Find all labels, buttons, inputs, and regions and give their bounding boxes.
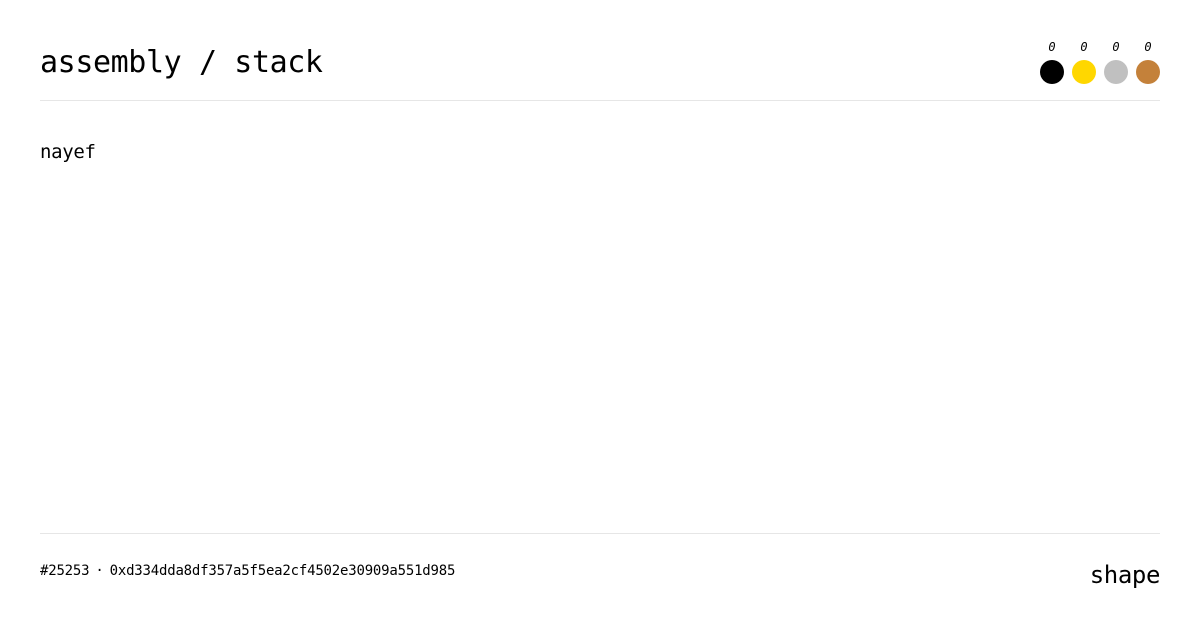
author-name[interactable]: nayef: [40, 140, 96, 164]
dot-counter-silver[interactable]: 0: [1104, 40, 1128, 84]
contract-hash[interactable]: 0xd334dda8df357a5f5ea2cf4502e30909a551d9…: [110, 563, 456, 579]
dot-counters: 0 0 0 0: [1040, 40, 1160, 84]
silver-circle-icon: [1104, 60, 1128, 84]
dot-count: 0: [1048, 40, 1056, 54]
page-title: assembly / stack: [40, 45, 323, 80]
dot-counter-bronze[interactable]: 0: [1136, 40, 1160, 84]
black-circle-icon: [1040, 60, 1064, 84]
bronze-circle-icon: [1136, 60, 1160, 84]
footer: #25253 · 0xd334dda8df357a5f5ea2cf4502e3090…: [40, 533, 1160, 593]
dot-count: 0: [1144, 40, 1152, 54]
token-id: #25253: [40, 563, 90, 579]
dot-count: 0: [1080, 40, 1088, 54]
dot-counter-gold[interactable]: 0: [1072, 40, 1096, 84]
dot-count: 0: [1112, 40, 1120, 54]
brand-logo[interactable]: shape: [1090, 560, 1161, 590]
header: assembly / stack 0 0 0 0: [40, 0, 1160, 101]
token-info: #25253 · 0xd334dda8df357a5f5ea2cf4502e3090…: [40, 562, 455, 580]
gold-circle-icon: [1072, 60, 1096, 84]
separator: ·: [95, 563, 104, 579]
dot-counter-black[interactable]: 0: [1040, 40, 1064, 84]
